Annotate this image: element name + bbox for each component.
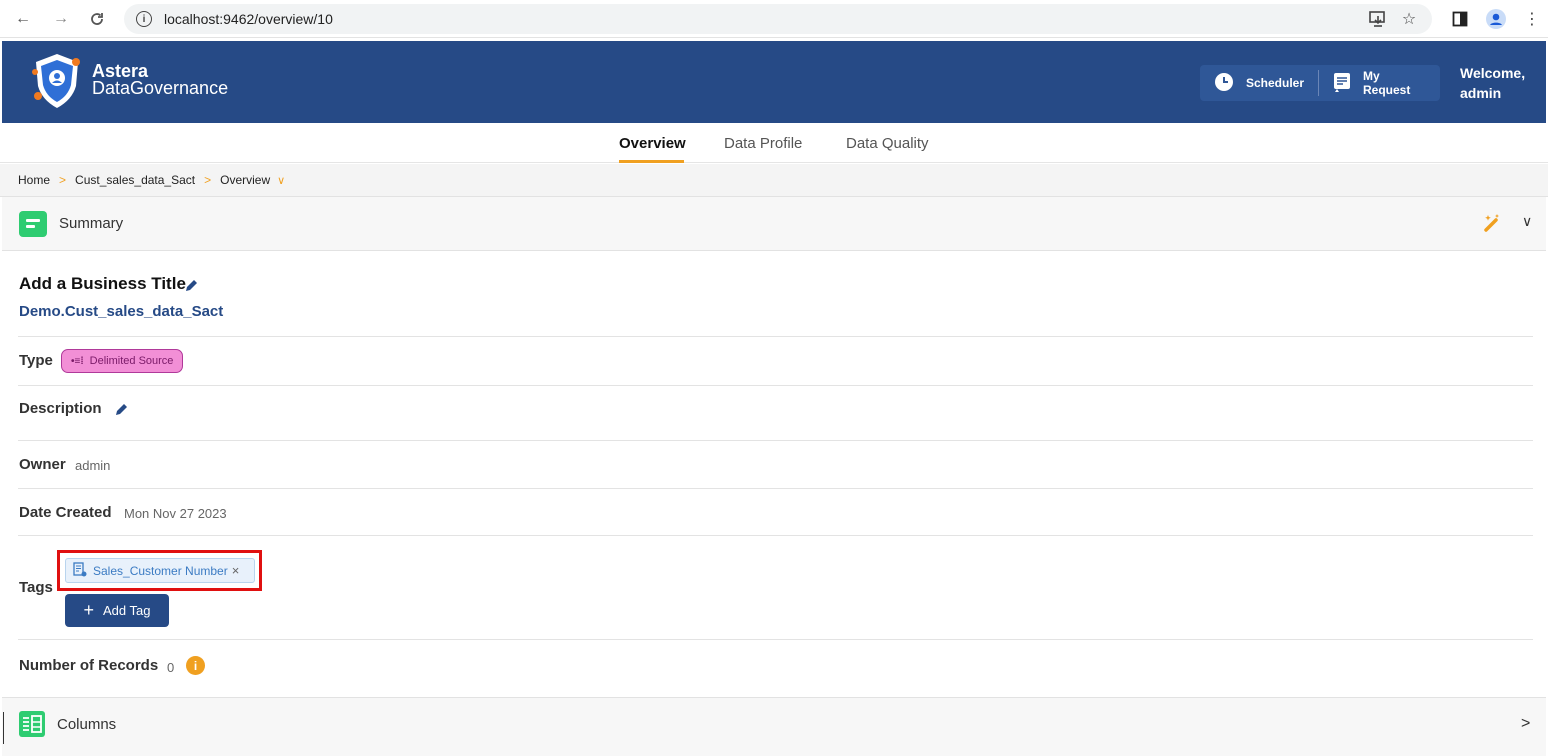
tab-overview[interactable]: Overview — [619, 135, 686, 152]
columns-icon — [19, 711, 45, 737]
date-created-label: Date Created — [19, 504, 112, 521]
expand-chevron-icon[interactable]: > — [1521, 715, 1530, 733]
my-request-button[interactable]: My Request — [1319, 65, 1440, 101]
app-header: Astera DataGovernance Scheduler My Reque… — [2, 41, 1546, 123]
scheduler-label: Scheduler — [1246, 76, 1305, 90]
astera-logo — [32, 54, 80, 108]
breadcrumb-current[interactable]: Overview — [220, 173, 270, 187]
reload-icon[interactable] — [86, 8, 108, 30]
forward-icon[interactable]: → — [50, 8, 72, 30]
divider — [18, 535, 1533, 536]
header-actions: Scheduler My Request — [1200, 65, 1440, 101]
dataset-fqn: Demo.Cust_sales_data_Sact — [19, 303, 224, 320]
welcome-user[interactable]: Welcome, admin — [1460, 63, 1525, 103]
address-bar[interactable]: i localhost:9462/overview/10 — [124, 4, 1432, 34]
records-value: 0 — [167, 660, 175, 675]
my-request-label: My Request — [1362, 69, 1411, 97]
owner-label: Owner — [19, 456, 66, 473]
divider — [18, 385, 1533, 386]
browser-toolbar: ← → i localhost:9462/overview/10 ☆ ⋮ — [0, 0, 1548, 38]
clock-icon — [1214, 72, 1234, 95]
remove-tag-icon[interactable]: × — [232, 563, 240, 578]
chevron-right-icon: > — [59, 173, 67, 187]
type-badge: •≡⁞ Delimited Source — [61, 349, 184, 373]
collapse-chevron-icon[interactable]: ∨ — [1522, 213, 1532, 230]
active-tab-indicator — [619, 160, 684, 163]
tag-document-icon — [73, 561, 87, 580]
divider — [18, 639, 1533, 640]
edit-description-pencil-icon[interactable] — [114, 402, 129, 420]
info-icon[interactable]: i — [186, 656, 205, 675]
breadcrumb: Home > Cust_sales_data_Sact > Overview ∨ — [0, 164, 1548, 197]
columns-section-header[interactable]: Columns > — [2, 697, 1546, 756]
type-label: Type — [19, 352, 53, 369]
browser-menu-icon[interactable]: ⋮ — [1522, 9, 1542, 29]
columns-title: Columns — [57, 716, 117, 733]
tab-data-profile[interactable]: Data Profile — [724, 135, 802, 152]
edit-title-pencil-icon[interactable] — [184, 278, 199, 296]
chevron-down-icon[interactable]: ∨ — [277, 174, 285, 187]
tab-bar: Overview Data Profile Data Quality — [0, 123, 1548, 163]
delimited-source-icon: •≡⁞ — [71, 355, 84, 367]
summary-title: Summary — [59, 215, 124, 232]
side-panel-icon[interactable] — [1450, 9, 1470, 29]
tag-chip[interactable]: Sales_Customer Number × — [65, 558, 255, 583]
magic-wand-icon[interactable] — [1482, 213, 1502, 238]
breadcrumb-dataset[interactable]: Cust_sales_data_Sact — [75, 173, 195, 187]
plus-icon: + — [83, 600, 95, 620]
divider — [18, 336, 1533, 337]
date-created-value: Mon Nov 27 2023 — [124, 506, 227, 521]
tag-label: Sales_Customer Number — [93, 563, 228, 578]
records-label: Number of Records — [19, 657, 159, 674]
owner-value: admin — [75, 458, 111, 473]
business-title: Add a Business Title — [19, 274, 186, 293]
divider — [18, 488, 1533, 489]
text-cursor — [3, 712, 4, 744]
tags-label: Tags — [19, 579, 53, 596]
summary-icon — [19, 211, 47, 237]
breadcrumb-home[interactable]: Home — [18, 173, 50, 187]
profile-avatar-icon[interactable] — [1486, 9, 1506, 29]
bookmark-star-icon[interactable]: ☆ — [1399, 9, 1419, 29]
scheduler-button[interactable]: Scheduler — [1200, 65, 1318, 101]
url-text[interactable]: localhost:9462/overview/10 — [164, 11, 333, 27]
chevron-right-icon: > — [204, 173, 212, 187]
back-icon[interactable]: ← — [12, 8, 34, 30]
add-tag-button[interactable]: + Add Tag — [65, 594, 169, 627]
brand-name: Astera DataGovernance — [92, 61, 229, 98]
tab-data-quality[interactable]: Data Quality — [846, 135, 929, 152]
summary-section-header[interactable]: Summary ∨ — [2, 197, 1546, 251]
description-label: Description — [19, 400, 102, 417]
install-app-icon[interactable] — [1368, 9, 1388, 29]
request-doc-icon — [1333, 72, 1351, 95]
site-info-icon[interactable]: i — [136, 11, 152, 27]
divider — [18, 440, 1533, 441]
